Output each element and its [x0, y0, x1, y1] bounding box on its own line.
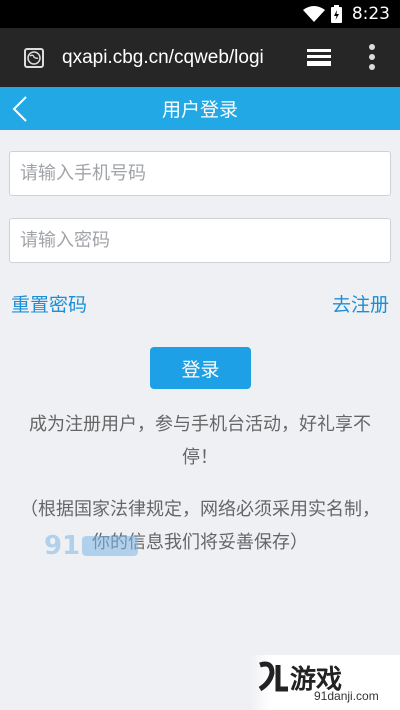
battery-icon	[330, 5, 342, 23]
clock: 8:23	[351, 4, 390, 24]
wifi-icon	[302, 6, 325, 22]
promo-message: 成为注册用户，参与手机台活动，好礼享不停！	[29, 414, 371, 468]
page-title: 用户登录	[161, 99, 238, 121]
more-vert-icon[interactable]	[368, 43, 376, 71]
register-link[interactable]: 去注册	[332, 290, 389, 317]
url-text[interactable]: qxapi.cbg.cn/cqweb/logi	[62, 47, 292, 69]
svg-text:9: 9	[44, 531, 62, 561]
chevron-left-icon[interactable]	[10, 95, 30, 123]
password-input[interactable]	[9, 218, 391, 263]
login-button[interactable]: 登录	[150, 347, 251, 389]
watermark-corner: 游戏 91danji.com	[250, 655, 400, 710]
reset-password-link[interactable]: 重置密码	[11, 290, 87, 317]
status-bar: 8:23	[0, 0, 400, 28]
watermark-logo: 9 1	[44, 531, 138, 561]
page-header: 用户登录	[0, 87, 400, 130]
browser-address-bar: qxapi.cbg.cn/cqweb/logi	[0, 28, 400, 87]
globe-icon[interactable]	[24, 47, 44, 68]
watermark-site: 91danji.com	[314, 689, 379, 703]
phone-input[interactable]	[9, 151, 391, 196]
tabs-icon[interactable]	[305, 46, 333, 68]
svg-text:1: 1	[62, 531, 80, 561]
watermark-corner-logo	[258, 661, 288, 692]
